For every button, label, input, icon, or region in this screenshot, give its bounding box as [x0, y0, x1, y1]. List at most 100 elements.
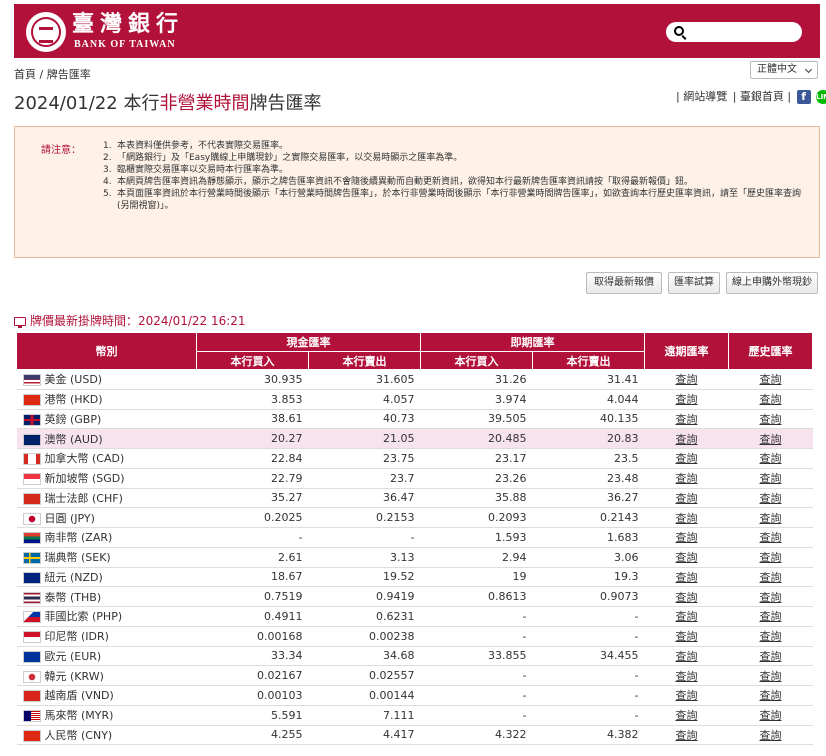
forward-query-link[interactable]: 查詢	[644, 507, 729, 528]
home-link[interactable]: | 臺銀首頁 |	[733, 90, 791, 103]
currency-name: 日圓 (JPY)	[44, 511, 95, 525]
history-query-link[interactable]: 查詢	[728, 527, 813, 548]
notice-label: 請注意：	[41, 145, 81, 156]
forward-query-link[interactable]: 查詢	[644, 369, 729, 390]
history-query-link[interactable]: 查詢	[728, 468, 813, 489]
forward-query-link[interactable]: 查詢	[644, 567, 729, 588]
update-time: 牌價最新掛牌時間：2024/01/22 16:21	[14, 312, 246, 329]
forward-query-link[interactable]: 查詢	[644, 428, 729, 449]
spot-buy-cell: -	[420, 606, 533, 627]
table-row: 紐元 (NZD) 18.67 19.52 19 19.3 查詢 查詢	[16, 567, 813, 588]
search-box[interactable]	[666, 22, 802, 42]
forward-query-link[interactable]: 查詢	[644, 389, 729, 410]
forward-query-link[interactable]: 查詢	[644, 488, 729, 509]
header-cash-buy: 本行買入	[196, 351, 309, 370]
table-row: 菲國比索 (PHP) 0.4911 0.6231- - 查詢 查詢	[16, 606, 813, 627]
cash-buy-cell: 33.34	[196, 646, 309, 667]
forward-query-link[interactable]: 查詢	[644, 448, 729, 469]
sitemap-link[interactable]: | 網站導覽	[676, 90, 727, 103]
title-suffix: 牌告匯率	[249, 93, 322, 114]
currency-cell: 新加坡幣 (SGD)	[16, 468, 197, 489]
bank-logo-icon[interactable]	[26, 12, 66, 52]
flag-icon	[22, 453, 41, 466]
refresh-quote-button[interactable]: 取得最新報價	[586, 272, 662, 294]
history-query-link[interactable]: 查詢	[728, 606, 813, 627]
currency-name: 英鎊 (GBP)	[44, 412, 102, 426]
history-query-link[interactable]: 查詢	[728, 428, 813, 449]
online-purchase-button[interactable]: 線上申購外幣現鈔	[726, 272, 818, 294]
language-select[interactable]: 正體中文	[750, 61, 818, 79]
history-query-link[interactable]: 查詢	[728, 369, 813, 390]
spot-buy-cell: -	[420, 705, 533, 726]
forward-query-link[interactable]: 查詢	[644, 685, 729, 706]
history-query-link[interactable]: 查詢	[728, 507, 813, 528]
currency-name: 美金 (USD)	[44, 373, 103, 387]
spot-sell-cell: 36.27	[532, 488, 645, 509]
spot-sell-cell: -	[532, 705, 645, 726]
forward-query-link[interactable]: 查詢	[644, 586, 729, 607]
history-query-link[interactable]: 查詢	[728, 409, 813, 430]
forward-query-link[interactable]: 查詢	[644, 606, 729, 627]
currency-name: 加拿大幣 (CAD)	[44, 452, 125, 466]
history-query-link[interactable]: 查詢	[728, 389, 813, 410]
spot-buy-cell: 23.17	[420, 448, 533, 469]
flag-icon	[22, 650, 41, 663]
forward-query-link[interactable]: 查詢	[644, 468, 729, 489]
spot-buy-cell: 0.8613	[420, 586, 533, 607]
line-icon[interactable]: LINE	[816, 90, 826, 104]
currency-cell: 人民幣 (CNY)	[16, 725, 197, 746]
cash-buy-cell: 35.27	[196, 488, 309, 509]
cash-sell-cell: 0.9419	[308, 586, 421, 607]
search-input[interactable]	[690, 24, 794, 40]
header-forward: 遠期匯率	[644, 332, 729, 370]
forward-query-link[interactable]: 查詢	[644, 705, 729, 726]
history-query-link[interactable]: 查詢	[728, 705, 813, 726]
breadcrumb[interactable]: 首頁 / 牌告匯率	[14, 66, 91, 82]
spot-buy-cell: 39.505	[420, 409, 533, 430]
spot-sell-cell: 34.455	[532, 646, 645, 667]
forward-query-link[interactable]: 查詢	[644, 547, 729, 568]
history-query-link[interactable]: 查詢	[728, 586, 813, 607]
bank-name-en[interactable]: BANK OF TAIWAN	[74, 39, 176, 50]
currency-cell: 印尼幣 (IDR)	[16, 626, 197, 647]
notice-item: 3. 臨櫃實際交易匯率以交易時本行匯率為準。	[103, 165, 289, 175]
history-query-link[interactable]: 查詢	[728, 685, 813, 706]
monitor-icon	[14, 317, 26, 328]
spot-buy-cell: 31.26	[420, 369, 533, 390]
currency-name: 印尼幣 (IDR)	[44, 630, 109, 644]
history-query-link[interactable]: 查詢	[728, 547, 813, 568]
currency-cell: 南非幣 (ZAR)	[16, 527, 197, 548]
forward-query-link[interactable]: 查詢	[644, 626, 729, 647]
bank-name-cn[interactable]: 臺灣銀行	[72, 12, 184, 36]
cash-sell-cell: 3.13	[308, 547, 421, 568]
history-query-link[interactable]: 查詢	[728, 646, 813, 667]
cash-sell-cell: 40.73	[308, 409, 421, 430]
forward-query-link[interactable]: 查詢	[644, 665, 729, 686]
history-query-link[interactable]: 查詢	[728, 626, 813, 647]
forward-query-link[interactable]: 查詢	[644, 725, 729, 746]
cash-buy-cell: 0.2025	[196, 507, 309, 528]
spot-buy-cell: -	[420, 685, 533, 706]
table-row: 美金 (USD) 30.935 31.605 31.26 31.41 查詢 查詢	[16, 369, 813, 390]
cash-sell-cell: 34.68	[308, 646, 421, 667]
flag-icon	[22, 591, 41, 604]
forward-query-link[interactable]: 查詢	[644, 527, 729, 548]
facebook-icon[interactable]: f	[796, 90, 811, 104]
table-row: 英鎊 (GBP) 38.61 40.73 39.505 40.135 查詢 查詢	[16, 409, 813, 430]
currency-cell: 菲國比索 (PHP)	[16, 606, 197, 627]
rate-table: 幣別 現金匯率 即期匯率 遠期匯率 歷史匯率 本行買入 本行賣出 本行買入 本行…	[16, 332, 813, 746]
spot-buy-cell: 33.855	[420, 646, 533, 667]
search-icon[interactable]	[674, 26, 684, 36]
history-query-link[interactable]: 查詢	[728, 665, 813, 686]
forward-query-link[interactable]: 查詢	[644, 409, 729, 430]
cash-sell-cell: 0.6231	[308, 606, 421, 627]
spot-sell-cell: -	[532, 626, 645, 647]
forward-query-link[interactable]: 查詢	[644, 646, 729, 667]
rate-calculator-button[interactable]: 匯率試算	[668, 272, 720, 294]
table-row: 南非幣 (ZAR) - -1.593 1.683 查詢 查詢	[16, 527, 813, 548]
history-query-link[interactable]: 查詢	[728, 488, 813, 509]
history-query-link[interactable]: 查詢	[728, 448, 813, 469]
history-query-link[interactable]: 查詢	[728, 725, 813, 746]
history-query-link[interactable]: 查詢	[728, 567, 813, 588]
table-row: 馬來幣 (MYR) 5.591 7.111- - 查詢 查詢	[16, 705, 813, 726]
